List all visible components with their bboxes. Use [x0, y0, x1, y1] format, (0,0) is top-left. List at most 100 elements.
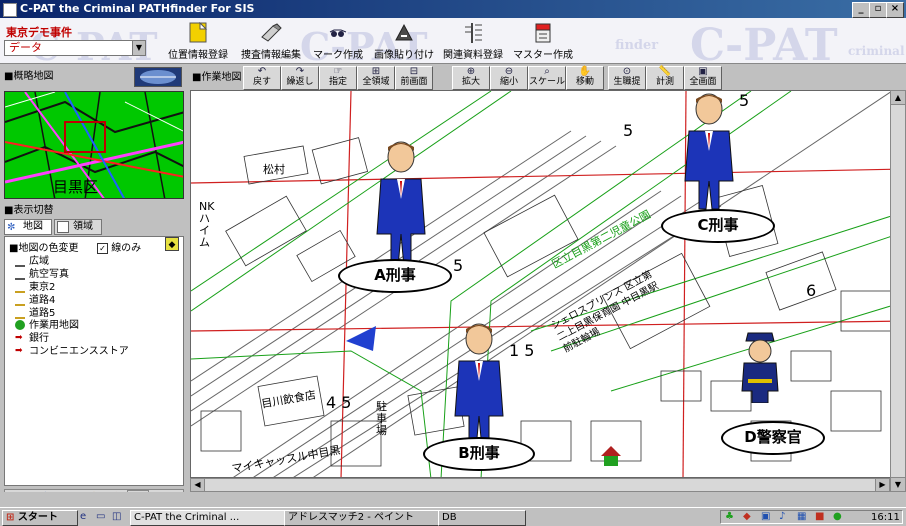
tab-area[interactable]: 領域: [54, 219, 102, 235]
data-select[interactable]: データ ▼: [4, 40, 146, 56]
layer-item[interactable]: ➡ コンビニエンスストア: [15, 346, 129, 358]
vertical-scrollbar[interactable]: ▲ ▼: [890, 90, 906, 492]
scale-icon: ⌕: [544, 66, 550, 77]
status-icon: ⊙: [622, 66, 632, 77]
bank-marker-icon: ➡: [15, 333, 23, 343]
taskbar-item-paint[interactable]: アドレスマッチ2 - ペイント: [284, 510, 442, 526]
start-button[interactable]: ⊞ スタート: [2, 510, 78, 526]
layer-road-icon: [15, 281, 25, 293]
maximize-button[interactable]: ▫: [869, 2, 887, 18]
tab-map-label: 地図: [23, 221, 43, 232]
layer-work-map-icon: [15, 320, 25, 330]
title-bar: C-PAT the Criminal PATHfinder For SIS _ …: [0, 0, 906, 18]
layer-item[interactable]: 広域: [15, 255, 49, 267]
layer-item[interactable]: 航空写真: [15, 268, 69, 280]
status-strip: [0, 492, 906, 507]
master-create-button[interactable]: マスター作成: [510, 22, 576, 62]
map-label-heim: NKハイム: [199, 200, 215, 249]
tab-map[interactable]: ✼ 地図: [4, 219, 52, 235]
measure-button[interactable]: 📏 計測: [646, 66, 684, 90]
master-create-icon: [535, 23, 551, 43]
tray-display-icon[interactable]: ▣: [761, 511, 770, 522]
redo-icon: ↷: [295, 66, 305, 77]
layer-line-icon: [15, 268, 25, 280]
horizontal-scrollbar[interactable]: ◀ ▶: [190, 478, 890, 492]
close-button[interactable]: ×: [886, 2, 904, 18]
specify-button[interactable]: ☞ 指定: [319, 66, 357, 90]
minimize-button[interactable]: _: [852, 2, 870, 18]
tray-network-icon[interactable]: ♣: [725, 511, 734, 522]
investigation-edit-button[interactable]: 捜査情報編集: [236, 22, 306, 62]
layer-road-icon: [15, 294, 25, 306]
location-register-icon: [189, 22, 208, 43]
windows-logo-icon: ⊞: [6, 512, 15, 523]
move-button[interactable]: ✋ 移動: [566, 66, 604, 90]
quicklaunch-ie-icon[interactable]: e: [80, 511, 86, 522]
previous-view-button[interactable]: ⊟ 前画面: [395, 66, 433, 90]
chevron-down-icon[interactable]: ▼: [132, 41, 145, 55]
master-create-label: マスター作成: [513, 50, 573, 61]
lines-only-label: 線のみ: [111, 243, 142, 254]
detective-c-figure: [684, 93, 734, 210]
layer-item[interactable]: 東京2: [15, 281, 55, 293]
scale-button[interactable]: ⌕ スケール: [528, 66, 566, 90]
layer-panel: ■地図の色変更 ✓ 線のみ ◆ 広域 航空写真 東京2 道路4 道路5 作業用地…: [4, 236, 184, 486]
layer-item[interactable]: ➡ 銀行: [15, 333, 49, 345]
taskbar-item-cpat[interactable]: C-PAT the Criminal ...: [130, 510, 288, 526]
lines-only-checkbox[interactable]: ✓ 線のみ: [97, 239, 141, 254]
layer-item[interactable]: 作業用地図: [15, 320, 79, 332]
image-paste-icon: [395, 23, 413, 41]
scroll-right-icon[interactable]: ▶: [875, 479, 889, 491]
full-extent-icon: ⊞: [371, 66, 381, 77]
detective-a-figure: [376, 141, 426, 268]
quicklaunch-channel-icon[interactable]: ◫: [112, 511, 121, 522]
layer-item[interactable]: 道路4: [15, 294, 55, 306]
tray-volume-icon[interactable]: ♪: [779, 511, 785, 522]
zoom-in-button[interactable]: ⊕ 拡大: [452, 66, 490, 90]
document-register-icon: [465, 23, 482, 43]
tray-status-icon[interactable]: ●: [833, 511, 842, 522]
pointer-icon: ☞: [333, 66, 343, 77]
detective-c-label: C刑事: [661, 209, 775, 243]
overview-map[interactable]: 目黒区: [4, 91, 184, 199]
police-officer-d-figure: [741, 332, 779, 403]
full-screen-button[interactable]: ▣ 全画面: [684, 66, 722, 90]
quicklaunch-desktop-icon[interactable]: ▭: [96, 511, 105, 522]
scroll-up-icon[interactable]: ▲: [891, 91, 905, 105]
mark-create-button[interactable]: マーク作成: [310, 22, 366, 62]
image-paste-label: 画像貼り付け: [374, 50, 434, 61]
previous-view-icon: ⊟: [409, 66, 419, 77]
redo-button[interactable]: ↷ 繰返し: [281, 66, 319, 90]
layer-item[interactable]: 道路5: [15, 307, 55, 319]
palette-icon[interactable]: ◆: [165, 237, 179, 251]
tray-antivirus-icon[interactable]: ◆: [743, 511, 751, 522]
zoom-out-icon: ⊖: [504, 66, 514, 77]
map-label-parking: 駐車場: [376, 400, 387, 437]
app-icon: [3, 3, 17, 17]
full-extent-button[interactable]: ⊞ 全領域: [357, 66, 395, 90]
status-button[interactable]: ⊙ 生職提: [608, 66, 646, 90]
taskbar-item-db[interactable]: DB: [438, 510, 526, 526]
location-register-button[interactable]: 位置情報登録: [160, 22, 236, 62]
scroll-left-icon[interactable]: ◀: [191, 479, 205, 491]
undo-button[interactable]: ↶ 戻す: [243, 66, 281, 90]
scroll-down-icon[interactable]: ▼: [891, 477, 905, 491]
tray-app-icon[interactable]: ■: [815, 511, 824, 522]
system-tray: ♣ ◆ ▣ ♪ ▦ ■ ● 16:11: [720, 510, 903, 524]
display-title: ■表示切替: [4, 205, 54, 216]
document-register-button[interactable]: 関連資料登録: [440, 22, 506, 62]
work-map-canvas[interactable]: 松村 NKハイム 区立目黒第二児童公園 シェロスプリンス 区立第二上目黒保育園 …: [190, 90, 906, 478]
map-label-block-5a: 5: [453, 256, 464, 275]
tray-monitor-icon[interactable]: ▦: [797, 511, 806, 522]
watermark-logo-right: C-PAT: [690, 20, 838, 71]
area-tab-icon: [57, 221, 69, 233]
store-marker-icon: ➡: [15, 346, 23, 356]
layer-line-icon: [15, 255, 25, 267]
data-select-value: データ: [9, 41, 42, 54]
police-officer-d-label: D警察官: [721, 421, 825, 455]
zoom-out-button[interactable]: ⊖ 縮小: [490, 66, 528, 90]
ruler-icon: 📏: [658, 66, 672, 77]
detective-b-label: B刑事: [423, 437, 535, 471]
investigation-edit-label: 捜査情報編集: [241, 50, 301, 61]
image-paste-button[interactable]: 画像貼り付け: [372, 22, 436, 62]
